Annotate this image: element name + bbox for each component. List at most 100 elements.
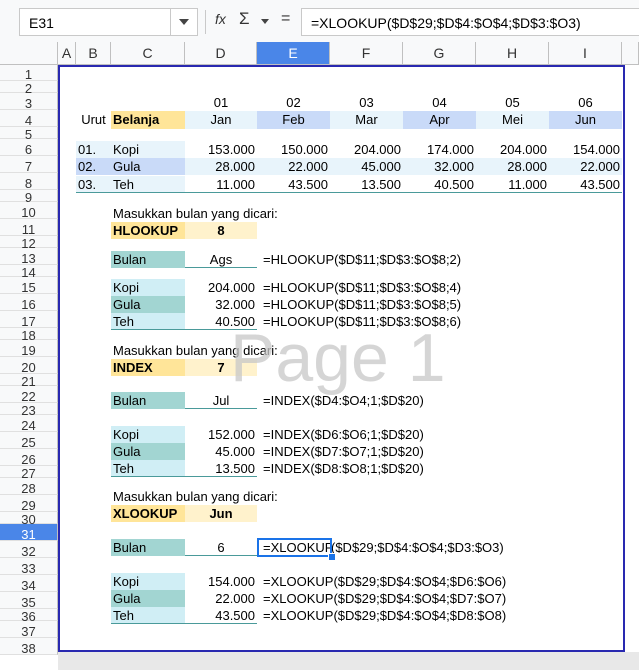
item-name[interactable]: Gula: [111, 158, 185, 175]
row-header[interactable]: 14: [0, 265, 58, 279]
fill-handle[interactable]: [328, 553, 336, 561]
row-header[interactable]: 3: [0, 93, 58, 111]
table-value[interactable]: 153.000: [185, 141, 257, 158]
month-header[interactable]: Mar: [330, 111, 403, 129]
row-header[interactable]: 33: [0, 558, 58, 576]
xlookup-label[interactable]: XLOOKUP: [111, 505, 185, 522]
xlookup-input[interactable]: Jun: [185, 505, 257, 522]
month-number[interactable]: 02: [257, 94, 330, 111]
column-header[interactable]: F: [330, 42, 403, 65]
index-input[interactable]: 7: [185, 359, 257, 376]
row-header[interactable]: 18: [0, 328, 58, 342]
table-value[interactable]: 32.000: [403, 158, 476, 175]
row-header[interactable]: 8: [0, 173, 58, 191]
item-name[interactable]: Teh: [111, 607, 185, 624]
formula-text[interactable]: =INDEX($D4:$O4;1;$D$20): [261, 392, 511, 409]
month-header[interactable]: Feb: [257, 111, 330, 129]
table-value[interactable]: 11.000: [476, 176, 549, 193]
item-name[interactable]: Gula: [111, 296, 185, 313]
month-header[interactable]: Jan: [185, 111, 257, 129]
row-header[interactable]: 31: [0, 524, 58, 542]
row-header[interactable]: 7: [0, 156, 58, 174]
lookup-value[interactable]: 152.000: [185, 426, 257, 443]
row-number[interactable]: 02.: [76, 158, 111, 175]
row-header[interactable]: 11: [0, 219, 58, 237]
row-header[interactable]: 35: [0, 592, 58, 610]
month-header[interactable]: Apr: [403, 111, 476, 129]
row-header[interactable]: 1: [0, 65, 58, 82]
row-header[interactable]: 29: [0, 495, 58, 513]
table-value[interactable]: 204.000: [476, 141, 549, 158]
active-cell-border[interactable]: [257, 538, 332, 557]
hlookup-label[interactable]: HLOOKUP: [111, 222, 185, 239]
belanja-header[interactable]: Belanja: [111, 111, 185, 129]
formula-text-overflow[interactable]: ($D$29;$D$4:$O$4;$D3:$O3): [331, 539, 531, 556]
lookup-value[interactable]: 40.500: [185, 313, 257, 330]
row-header[interactable]: 15: [0, 277, 58, 295]
table-value[interactable]: 45.000: [330, 158, 403, 175]
row-header[interactable]: 22: [0, 386, 58, 404]
table-value[interactable]: 11.000: [185, 176, 257, 193]
sum-dropdown-icon[interactable]: [261, 19, 269, 24]
row-header[interactable]: 4: [0, 110, 58, 128]
row-header[interactable]: 27: [0, 466, 58, 480]
lookup-value[interactable]: 13.500: [185, 460, 257, 477]
table-value[interactable]: 204.000: [330, 141, 403, 158]
item-name[interactable]: Teh: [111, 176, 185, 193]
lookup-value[interactable]: 204.000: [185, 279, 257, 296]
formula-input[interactable]: =XLOOKUP($D$29;$D$4:$O$4;$D$3:$O3): [301, 8, 639, 36]
row-number[interactable]: 03.: [76, 176, 111, 193]
column-header[interactable]: D: [185, 42, 257, 65]
lookup-value[interactable]: 45.000: [185, 443, 257, 460]
column-header[interactable]: C: [111, 42, 185, 65]
index-prompt[interactable]: Masukkan bulan yang dicari:: [111, 342, 331, 359]
table-value[interactable]: 13.500: [330, 176, 403, 193]
bulan-label[interactable]: Bulan: [111, 539, 185, 556]
row-header[interactable]: 12: [0, 236, 58, 250]
xlookup-prompt[interactable]: Masukkan bulan yang dicari:: [111, 488, 331, 505]
column-header[interactable]: G: [403, 42, 476, 65]
row-header[interactable]: 2: [0, 81, 58, 95]
table-value[interactable]: 28.000: [185, 158, 257, 175]
lookup-value[interactable]: 43.500: [185, 607, 257, 624]
item-name[interactable]: Kopi: [111, 141, 185, 158]
name-box-dropdown-icon[interactable]: [170, 9, 197, 35]
bulan-value[interactable]: Ags: [185, 251, 257, 268]
item-name[interactable]: Kopi: [111, 573, 185, 590]
column-header[interactable]: [622, 42, 639, 65]
row-header[interactable]: 30: [0, 512, 58, 526]
row-header[interactable]: 17: [0, 311, 58, 329]
table-value[interactable]: 174.000: [403, 141, 476, 158]
sum-icon[interactable]: Σ: [239, 9, 250, 29]
formula-text[interactable]: =INDEX($D8:$O8;1;$D$20): [261, 460, 511, 477]
name-box[interactable]: E31: [19, 8, 198, 36]
bulan-label[interactable]: Bulan: [111, 392, 185, 409]
row-header[interactable]: 20: [0, 357, 58, 375]
formula-text[interactable]: =XLOOKUP($D$29;$D$4:$O$4;$D7:$O7): [261, 590, 521, 607]
item-name[interactable]: Teh: [111, 460, 185, 477]
item-name[interactable]: Kopi: [111, 426, 185, 443]
name-box-value[interactable]: E31: [29, 15, 54, 31]
row-number[interactable]: 01.: [76, 141, 111, 158]
formula-text[interactable]: =HLOOKUP($D$11;$D$3:$O$8;5): [261, 296, 511, 313]
item-name[interactable]: Gula: [111, 590, 185, 607]
row-header[interactable]: 26: [0, 449, 58, 467]
row-header[interactable]: 24: [0, 415, 58, 433]
item-name[interactable]: Gula: [111, 443, 185, 460]
hlookup-input[interactable]: 8: [185, 222, 257, 239]
column-header[interactable]: B: [76, 42, 111, 65]
month-number[interactable]: 04: [403, 94, 476, 111]
row-header[interactable]: 32: [0, 541, 58, 559]
lookup-value[interactable]: 32.000: [185, 296, 257, 313]
row-header[interactable]: 10: [0, 202, 58, 220]
hlookup-prompt[interactable]: Masukkan bulan yang dicari:: [111, 205, 331, 222]
formula-text[interactable]: =XLOOKUP($D$29;$D$4:$O$4;$D$3:$O3): [311, 15, 581, 31]
table-value[interactable]: 40.500: [403, 176, 476, 193]
row-header[interactable]: 34: [0, 575, 58, 593]
table-value[interactable]: 28.000: [476, 158, 549, 175]
formula-text[interactable]: =XLOOKUP($D$29;$D$4:$O$4;$D8:$O8): [261, 607, 521, 624]
row-header[interactable]: 25: [0, 432, 58, 450]
table-value[interactable]: 150.000: [257, 141, 330, 158]
formula-text[interactable]: =HLOOKUP($D$11;$D$3:$O$8;2): [261, 251, 511, 268]
table-value[interactable]: 43.500: [549, 176, 622, 193]
